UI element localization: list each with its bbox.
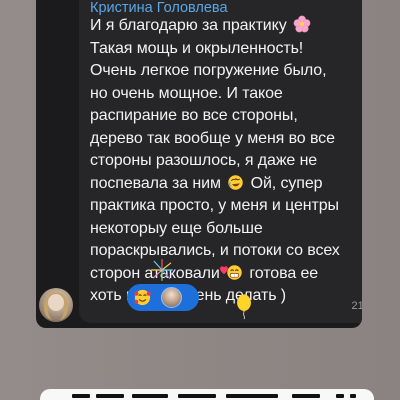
sender-avatar[interactable]	[39, 288, 73, 322]
cropped-text-fragment	[336, 394, 344, 398]
bottom-caption-card[interactable]	[40, 389, 374, 400]
message-line-10: некоторыу еще больше	[90, 219, 263, 237]
message-line-6: дерево так вообще у меня во все	[90, 129, 335, 147]
cropped-text-fragment	[292, 394, 320, 398]
cropped-text-fragment	[132, 394, 168, 398]
message-line-2: Такая мощь и окрыленность!	[90, 39, 304, 57]
cropped-caption-text	[54, 391, 356, 400]
message-line-11: пораскрывались, и потоки со всех	[90, 242, 340, 259]
avatar-face-shape	[48, 294, 64, 311]
cropped-text-fragment	[226, 394, 278, 398]
message-text-segment: готова ее	[249, 264, 319, 282]
grinning-face-icon	[227, 264, 242, 280]
message-line-4: но очень мощное. И такое	[90, 84, 283, 102]
message-line-12: сторон атаковали готова ее	[90, 263, 362, 286]
story-screenshot: Кристина Головлева И я благодарю за прак…	[0, 0, 400, 400]
cherry-blossom-icon	[293, 15, 311, 33]
message-text-segment: поспевала за ним	[90, 174, 221, 192]
reaction-avatar	[161, 287, 182, 308]
message-line-8: поспевала за ним Ой, супер	[90, 173, 362, 196]
rolling-on-floor-laughing-icon	[228, 174, 243, 190]
message-timestamp: 21:41	[351, 300, 362, 312]
message-line-5: распирание во все стороны,	[90, 107, 298, 124]
message-line-1: И я благодарю за практику	[90, 15, 362, 38]
cropped-text-fragment	[96, 394, 124, 398]
message-line-9: практика просто, у меня и центры	[90, 197, 339, 214]
reaction-pill[interactable]	[127, 284, 199, 311]
message-bubble[interactable]: Кристина Головлева И я благодарю за прак…	[79, 0, 362, 323]
message-text-segment: сторон атаковали	[90, 264, 220, 282]
message-line-3: Очень легкое погружение было,	[90, 62, 327, 79]
message-text: И я благодарю за практику Такая мощь и о…	[90, 15, 362, 308]
message-text-segment: Ой, супер	[250, 174, 323, 192]
cropped-text-fragment	[72, 394, 90, 398]
message-text-segment: И я благодарю за практику	[90, 17, 287, 34]
sender-name[interactable]: Кристина Головлева	[90, 0, 228, 16]
chat-area: Кристина Головлева И я благодарю за прак…	[36, 0, 362, 328]
smiling-face-with-hearts-icon	[134, 289, 151, 306]
message-line-7: стороны разошлось, я даже не	[90, 152, 318, 169]
cropped-text-fragment	[350, 394, 356, 398]
cropped-text-fragment	[178, 394, 216, 398]
